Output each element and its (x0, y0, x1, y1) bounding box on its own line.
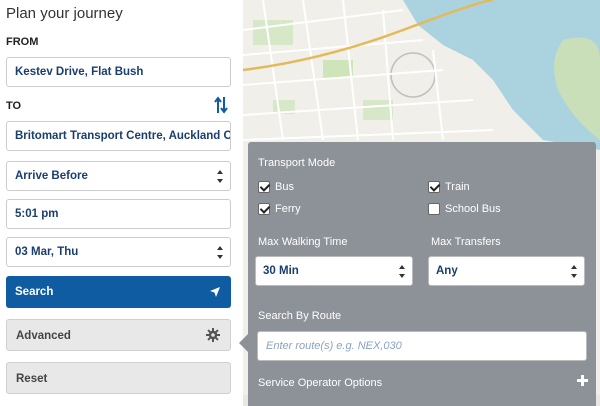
search-button-label: Search (15, 286, 54, 298)
mode-ferry-checkbox[interactable]: Ferry (258, 203, 301, 215)
max-transfers-label: Max Transfers (431, 236, 501, 248)
journey-planner-panel: Plan your journey FROM Kestev Drive, Fla… (0, 0, 243, 406)
checkbox-unchecked-icon (428, 203, 440, 215)
advanced-button[interactable]: Advanced (6, 319, 231, 351)
popup-pointer (239, 334, 248, 352)
select-arrows-icon (399, 265, 406, 278)
max-walking-value: 30 Min (263, 265, 299, 277)
operator-options-label[interactable]: Service Operator Options (258, 377, 382, 389)
mode-schoolbus-label: School Bus (445, 203, 501, 215)
mode-train-checkbox[interactable]: Train (428, 181, 470, 193)
checkbox-checked-icon (258, 181, 270, 193)
date-value: 03 Mar, Thu (15, 246, 79, 258)
from-value: Kestev Drive, Flat Bush (15, 66, 144, 78)
reset-button-label: Reset (16, 373, 48, 385)
route-search-label: Search By Route (258, 310, 342, 322)
from-label: FROM (6, 36, 39, 48)
page-title: Plan your journey (6, 5, 123, 22)
mode-schoolbus-checkbox[interactable]: School Bus (428, 203, 501, 215)
time-value: 5:01 pm (15, 208, 59, 220)
swap-direction-icon[interactable] (214, 96, 228, 114)
transport-mode-label: Transport Mode (258, 157, 336, 169)
mode-train-label: Train (445, 181, 470, 193)
mode-bus-label: Bus (275, 181, 294, 193)
max-transfers-value: Any (436, 265, 458, 277)
time-field[interactable]: 5:01 pm (6, 199, 231, 229)
to-field[interactable]: Britomart Transport Centre, Auckland C (6, 121, 231, 151)
advanced-button-label: Advanced (16, 330, 71, 342)
time-mode-select[interactable]: Arrive Before (6, 161, 231, 191)
reset-button[interactable]: Reset (6, 362, 231, 394)
to-value: Britomart Transport Centre, Auckland C (15, 130, 231, 142)
checkbox-checked-icon (258, 203, 270, 215)
route-search-input[interactable] (257, 331, 587, 361)
advanced-options-popup: Transport Mode Bus Train Ferry School Bu… (248, 142, 596, 406)
from-field[interactable]: Kestev Drive, Flat Bush (6, 57, 231, 87)
max-walking-select[interactable]: 30 Min (255, 256, 413, 286)
time-mode-value: Arrive Before (15, 170, 88, 182)
select-arrows-icon (571, 265, 578, 278)
select-arrows-icon (217, 170, 224, 183)
location-arrow-icon (210, 287, 220, 297)
search-button[interactable]: Search (6, 276, 231, 308)
max-transfers-select[interactable]: Any (428, 256, 585, 286)
gear-icon (206, 328, 220, 342)
max-walking-label: Max Walking Time (258, 236, 348, 248)
mode-ferry-label: Ferry (275, 203, 301, 215)
mode-bus-checkbox[interactable]: Bus (258, 181, 294, 193)
date-select[interactable]: 03 Mar, Thu (6, 237, 231, 267)
select-arrows-icon (217, 246, 224, 259)
plus-icon[interactable] (577, 375, 588, 386)
to-label: TO (6, 100, 22, 112)
checkbox-checked-icon (428, 181, 440, 193)
